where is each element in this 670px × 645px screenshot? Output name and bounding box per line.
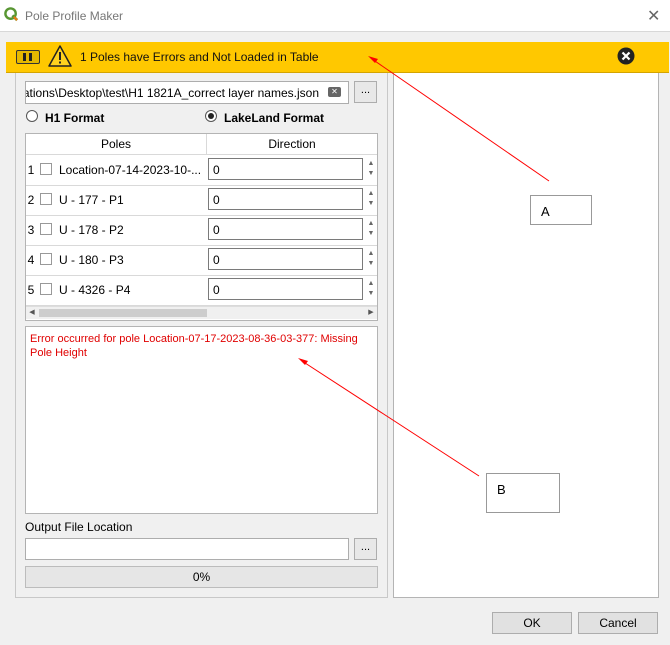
row-checkbox[interactable] — [40, 163, 52, 175]
row-checkbox[interactable] — [40, 283, 52, 295]
table-row: 2 U - 177 - P1 0 ▲ ▼ — [26, 185, 377, 216]
browse-output-button[interactable]: ... — [354, 538, 377, 560]
progress-text: 0% — [192, 570, 211, 584]
spin-down-icon[interactable]: ▼ — [366, 170, 376, 179]
pole-name: Location-07-14-2023-10-... — [59, 163, 202, 177]
direction-input[interactable]: 0 — [208, 278, 363, 300]
direction-value: 0 — [213, 223, 220, 237]
table-row: 5 U - 4326 - P4 0 ▲ ▼ — [26, 275, 377, 306]
error-message: Error occurred for pole Location-07-17-2… — [30, 333, 358, 359]
row-number: 3 — [27, 223, 35, 237]
scroll-left-icon[interactable]: ◀ — [26, 307, 38, 319]
spin-up-icon[interactable]: ▲ — [366, 220, 376, 229]
direction-input[interactable]: 0 — [208, 218, 363, 240]
preview-panel — [393, 60, 659, 598]
column-header-poles[interactable]: Poles — [26, 134, 207, 155]
direction-value: 0 — [213, 193, 220, 207]
radio-h1-label: H1 Format — [45, 111, 105, 125]
direction-value: 0 — [213, 163, 220, 177]
radio-lakeland-label: LakeLand Format — [224, 111, 325, 125]
row-number: 1 — [27, 163, 35, 177]
spin-down-icon[interactable]: ▼ — [366, 230, 376, 239]
progress-bar: 0% — [25, 566, 378, 588]
warning-icon — [48, 45, 72, 67]
spin-down-icon[interactable]: ▼ — [366, 290, 376, 299]
direction-input[interactable]: 0 — [208, 188, 363, 210]
output-file-input[interactable] — [25, 538, 349, 560]
input-file-path[interactable]: unications\Desktop\test\H1 1821A_correct… — [25, 81, 349, 104]
row-number: 4 — [27, 253, 35, 267]
row-checkbox[interactable] — [40, 253, 52, 265]
input-file-path-value: unications\Desktop\test\H1 1821A_correct… — [25, 86, 319, 100]
error-log: Error occurred for pole Location-07-17-2… — [25, 326, 378, 514]
direction-input[interactable]: 0 — [208, 248, 363, 270]
annotation-box-a: A — [530, 195, 592, 225]
poles-table: Poles Direction 1 Location-07-14-2023-10… — [25, 133, 378, 321]
scrollbar-thumb[interactable] — [39, 309, 207, 317]
pole-name: U - 180 - P3 — [59, 253, 124, 267]
row-checkbox[interactable] — [40, 193, 52, 205]
annotation-label-a: A — [541, 204, 550, 219]
window-title: Pole Profile Maker — [25, 9, 124, 23]
pole-name: U - 177 - P1 — [59, 193, 124, 207]
spin-down-icon[interactable]: ▼ — [366, 200, 376, 209]
table-row: 4 U - 180 - P3 0 ▲ ▼ — [26, 245, 377, 276]
output-file-label: Output File Location — [25, 520, 133, 534]
table-row: 1 Location-07-14-2023-10-... 0 ▲ ▼ — [26, 155, 377, 186]
window-close-button[interactable]: ✕ — [647, 6, 660, 26]
spin-down-icon[interactable]: ▼ — [366, 260, 376, 269]
pole-name: U - 4326 - P4 — [59, 283, 131, 297]
row-number: 2 — [27, 193, 35, 207]
direction-value: 0 — [213, 253, 220, 267]
radio-circle-selected — [205, 110, 217, 122]
annotation-box-b: B — [486, 473, 560, 513]
warning-bar: 1 Poles have Errors and Not Loaded in Ta… — [6, 42, 669, 73]
direction-input[interactable]: 0 — [208, 158, 363, 180]
row-checkbox[interactable] — [40, 223, 52, 235]
clear-icon[interactable]: ✕ — [328, 87, 341, 97]
spin-up-icon[interactable]: ▲ — [366, 190, 376, 199]
radio-circle — [26, 110, 38, 122]
spin-up-icon[interactable]: ▲ — [366, 250, 376, 259]
scroll-right-icon[interactable]: ▶ — [365, 307, 377, 319]
column-header-direction[interactable]: Direction — [207, 134, 377, 155]
cancel-button[interactable]: Cancel — [578, 612, 658, 634]
browse-input-button[interactable]: ... — [354, 81, 377, 103]
spin-up-icon[interactable]: ▲ — [366, 160, 376, 169]
row-number: 5 — [27, 283, 35, 297]
pole-name: U - 178 - P2 — [59, 223, 124, 237]
spin-up-icon[interactable]: ▲ — [366, 280, 376, 289]
close-icon[interactable] — [617, 47, 635, 65]
window-titlebar: Pole Profile Maker ✕ — [0, 0, 670, 32]
warning-text: 1 Poles have Errors and Not Loaded in Ta… — [80, 50, 319, 64]
annotation-label-b: B — [497, 482, 506, 497]
ok-button[interactable]: OK — [492, 612, 572, 634]
pause-icon[interactable] — [16, 50, 40, 64]
qgis-icon — [4, 7, 19, 22]
direction-value: 0 — [213, 283, 220, 297]
horizontal-scrollbar[interactable]: ◀ ▶ — [26, 306, 377, 319]
table-row: 3 U - 178 - P2 0 ▲ ▼ — [26, 215, 377, 246]
